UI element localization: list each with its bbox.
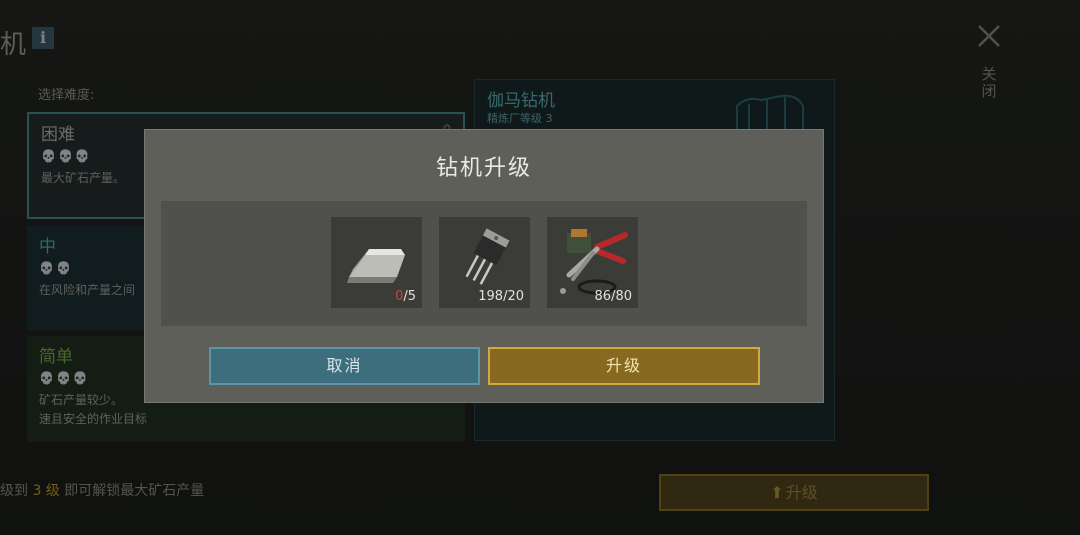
upgrade-dialog: 钻机升级 0/5 198/20 86/80 取消 升级 (144, 129, 824, 403)
item-quantity: 86/80 (594, 289, 632, 304)
cancel-button[interactable]: 取消 (209, 347, 480, 385)
item-slot-transistor[interactable]: 198/20 (439, 217, 530, 308)
item-slot-silver[interactable]: 0/5 (331, 217, 422, 308)
item-quantity: 0/5 (395, 289, 416, 304)
item-need: /5 (403, 289, 416, 304)
dialog-title: 钻机升级 (435, 156, 532, 181)
item-quantity: 198/20 (478, 289, 524, 304)
required-items-tray: 0/5 198/20 86/80 (161, 201, 807, 326)
item-slot-pliers[interactable]: 86/80 (547, 217, 638, 308)
upgrade-button[interactable]: 升级 (488, 347, 760, 385)
